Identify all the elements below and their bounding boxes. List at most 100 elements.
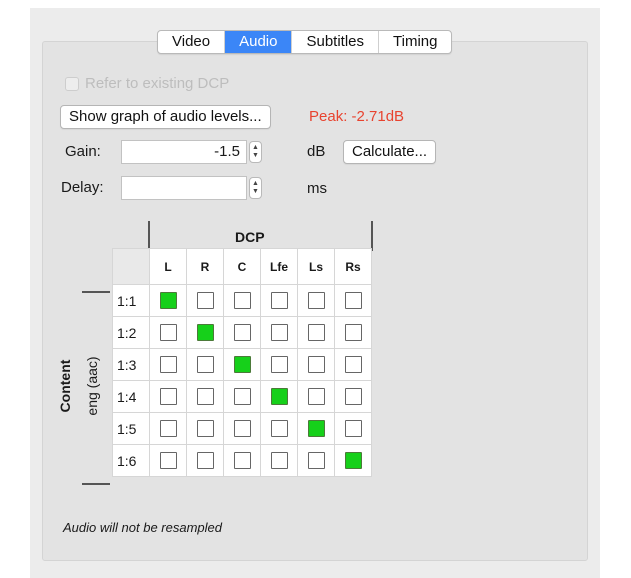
matrix-corner xyxy=(113,249,150,285)
channel-map-checkbox[interactable] xyxy=(159,420,177,437)
matrix-cell xyxy=(298,285,335,317)
channel-map-checkbox[interactable] xyxy=(159,292,177,309)
content-bracket-bottom xyxy=(82,483,110,485)
channel-map-checkbox[interactable] xyxy=(344,452,362,469)
matrix-cell xyxy=(150,445,187,477)
channel-map-checkbox[interactable] xyxy=(196,420,214,437)
matrix-cell xyxy=(261,317,298,349)
gain-stepper[interactable]: ▲ ▼ xyxy=(249,141,262,163)
column-header: Lfe xyxy=(261,249,298,285)
tab-video[interactable]: Video xyxy=(158,31,226,53)
channel-map-checkbox[interactable] xyxy=(196,356,214,373)
matrix-cell xyxy=(150,413,187,445)
resample-note: Audio will not be resampled xyxy=(63,520,222,535)
channel-map-checkbox[interactable] xyxy=(270,452,288,469)
refer-dcp-label: Refer to existing DCP xyxy=(85,75,230,92)
matrix-cell xyxy=(261,285,298,317)
matrix-cell xyxy=(261,349,298,381)
channel-map-checkbox[interactable] xyxy=(196,324,214,341)
matrix-cell xyxy=(298,349,335,381)
gain-input[interactable]: -1.5 xyxy=(121,140,247,164)
matrix-cell xyxy=(150,317,187,349)
tab-timing[interactable]: Timing xyxy=(379,31,451,53)
channel-map-checkbox[interactable] xyxy=(233,388,251,405)
channel-map-checkbox[interactable] xyxy=(159,356,177,373)
delay-stepper[interactable]: ▲ ▼ xyxy=(249,177,262,199)
matrix-cell xyxy=(187,381,224,413)
channel-map-checkbox[interactable] xyxy=(159,452,177,469)
channel-map-checkbox[interactable] xyxy=(307,452,325,469)
channel-map-checkbox[interactable] xyxy=(344,292,362,309)
channel-map-checkbox[interactable] xyxy=(196,292,214,309)
row-label: 1:3 xyxy=(113,349,150,381)
channel-map-checkbox[interactable] xyxy=(307,420,325,437)
matrix-cell xyxy=(150,381,187,413)
channel-map-checkbox[interactable] xyxy=(307,292,325,309)
channel-map-checkbox[interactable] xyxy=(270,292,288,309)
gain-unit: dB xyxy=(307,143,326,160)
row-label: 1:2 xyxy=(113,317,150,349)
stepper-down-icon: ▼ xyxy=(252,152,259,159)
matrix-cell xyxy=(224,413,261,445)
matrix-cell xyxy=(150,349,187,381)
channel-map-checkbox[interactable] xyxy=(270,324,288,341)
tab-subtitles[interactable]: Subtitles xyxy=(292,31,380,53)
channel-map-checkbox[interactable] xyxy=(196,452,214,469)
dcp-header: DCP xyxy=(235,229,265,245)
tab-audio[interactable]: Audio xyxy=(225,31,293,53)
channel-map-checkbox[interactable] xyxy=(307,388,325,405)
matrix-cell xyxy=(150,285,187,317)
channel-map-checkbox[interactable] xyxy=(233,420,251,437)
channel-map-checkbox[interactable] xyxy=(307,356,325,373)
channel-map-checkbox[interactable] xyxy=(233,292,251,309)
matrix-cell xyxy=(298,317,335,349)
dcp-bracket-left xyxy=(148,221,150,251)
gain-label: Gain: xyxy=(65,143,101,160)
channel-map-checkbox[interactable] xyxy=(270,356,288,373)
matrix-cell xyxy=(298,445,335,477)
delay-input[interactable] xyxy=(121,176,247,200)
matrix-cell xyxy=(224,381,261,413)
content-bracket-top xyxy=(82,291,110,293)
channel-map-checkbox[interactable] xyxy=(233,452,251,469)
peak-readout: Peak: -2.71dB xyxy=(309,108,405,125)
matrix-cell xyxy=(335,413,372,445)
row-label: 1:6 xyxy=(113,445,150,477)
matrix-cell xyxy=(261,413,298,445)
channel-map-checkbox[interactable] xyxy=(307,324,325,341)
channel-map-checkbox[interactable] xyxy=(270,420,288,437)
matrix-cell xyxy=(261,445,298,477)
channel-map-checkbox[interactable] xyxy=(196,388,214,405)
channel-map-checkbox[interactable] xyxy=(270,388,288,405)
matrix-cell xyxy=(335,285,372,317)
channel-map-checkbox[interactable] xyxy=(233,356,251,373)
row-label: 1:1 xyxy=(113,285,150,317)
stepper-up-icon: ▲ xyxy=(252,180,259,187)
matrix-cell xyxy=(224,349,261,381)
column-header: Rs xyxy=(335,249,372,285)
channel-map-checkbox[interactable] xyxy=(344,324,362,341)
matrix-cell xyxy=(224,445,261,477)
matrix-cell xyxy=(187,317,224,349)
channel-map-checkbox[interactable] xyxy=(344,388,362,405)
matrix-cell xyxy=(335,381,372,413)
column-header: L xyxy=(150,249,187,285)
row-label: 1:5 xyxy=(113,413,150,445)
channel-map-checkbox[interactable] xyxy=(159,324,177,341)
calculate-button[interactable]: Calculate... xyxy=(343,140,437,164)
matrix-cell xyxy=(261,381,298,413)
column-header: R xyxy=(187,249,224,285)
matrix-cell xyxy=(187,413,224,445)
stepper-down-icon: ▼ xyxy=(252,188,259,195)
matrix-cell xyxy=(298,413,335,445)
channel-map-checkbox[interactable] xyxy=(344,420,362,437)
show-graph-button[interactable]: Show graph of audio levels... xyxy=(60,105,271,129)
channel-matrix: L R C Lfe Ls Rs 1:1 1:2 1:3 1:4 1:5 1:6 xyxy=(112,248,372,477)
content-label: Content xyxy=(57,359,73,413)
matrix-cell xyxy=(187,285,224,317)
row-label: 1:4 xyxy=(113,381,150,413)
refer-dcp-checkbox[interactable] xyxy=(65,77,79,91)
channel-map-checkbox[interactable] xyxy=(159,388,177,405)
channel-map-checkbox[interactable] xyxy=(233,324,251,341)
channel-map-checkbox[interactable] xyxy=(344,356,362,373)
